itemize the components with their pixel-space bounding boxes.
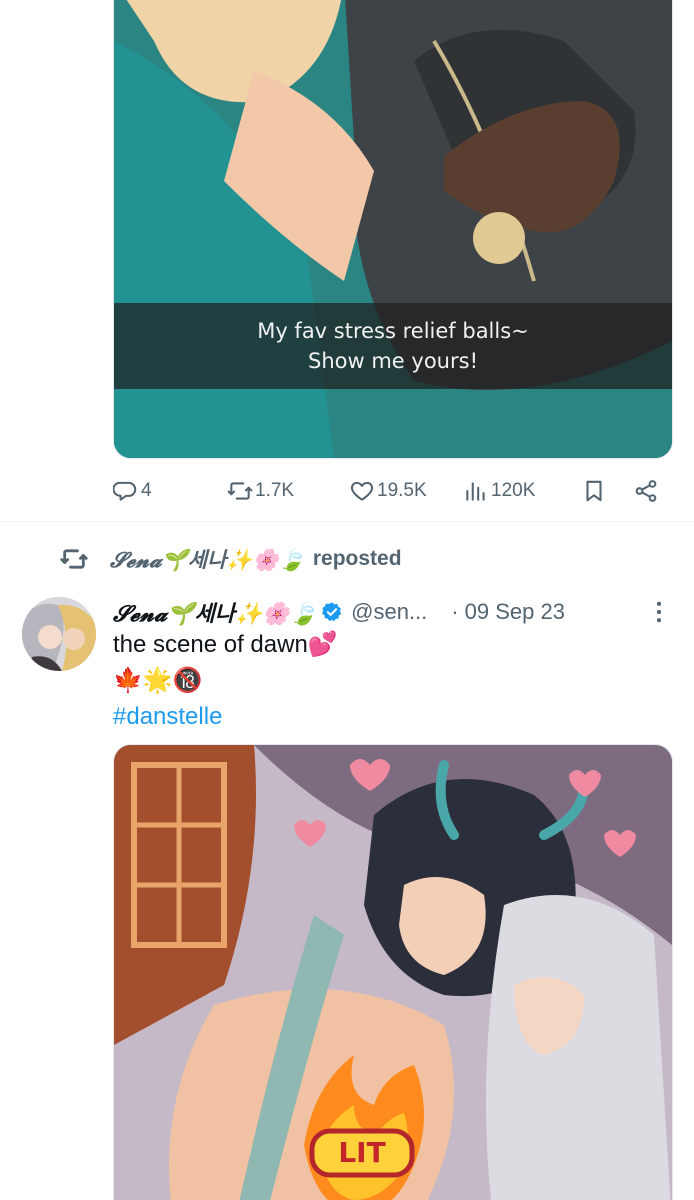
bookmark-button[interactable] — [581, 472, 609, 510]
tweet-image[interactable]: LIT — [113, 744, 673, 1200]
caption-line-2: Show me yours! — [308, 349, 478, 373]
more-options-icon[interactable] — [645, 598, 673, 626]
tweet-divider — [0, 521, 694, 522]
avatar-image — [22, 597, 96, 671]
share-icon — [635, 480, 657, 502]
tweet-emoji-line: 🍁🌟🔞 — [113, 667, 203, 694]
tweet-action-bar: 4 1.7K 19.5K 120K — [113, 472, 673, 510]
reposter-name: 𝓢𝓮𝓷𝓪🌱세나✨🌸🍃 — [110, 547, 305, 572]
tweet-header: 𝓢𝓮𝓷𝓪🌱세나✨🌸🍃 @sen... · 09 Sep 23 — [113, 594, 673, 630]
like-count: 19.5K — [377, 480, 427, 501]
repost-indicator[interactable]: 𝓢𝓮𝓷𝓪🌱세나✨🌸🍃 reposted — [60, 542, 402, 576]
separator-dot: · — [451, 599, 459, 624]
reply-button[interactable]: 4 — [113, 472, 152, 510]
lit-badge: LIT — [338, 1136, 386, 1169]
bookmark-icon — [586, 480, 602, 502]
verified-badge-icon — [322, 602, 342, 622]
share-button[interactable] — [633, 472, 661, 510]
tweet-image[interactable]: My fav stress relief balls~ Show me your… — [113, 0, 673, 459]
artwork-illustration — [114, 0, 672, 458]
repost-icon — [227, 482, 253, 500]
timeline: My fav stress relief balls~ Show me your… — [0, 0, 694, 1200]
repost-count: 1.7K — [255, 480, 295, 501]
like-icon — [350, 481, 374, 501]
views-button[interactable]: 120K — [463, 472, 535, 510]
hashtag-link[interactable]: #danstelle — [113, 702, 222, 732]
image-caption: My fav stress relief balls~ Show me your… — [114, 303, 672, 389]
author-display-name[interactable]: 𝓢𝓮𝓷𝓪🌱세나✨🌸🍃 — [113, 596, 317, 628]
artwork-illustration — [114, 745, 672, 1200]
reply-icon — [113, 481, 137, 501]
repost-button[interactable]: 1.7K — [227, 472, 294, 510]
tweet-text: the scene of dawn💕 — [113, 631, 338, 658]
repost-icon — [60, 549, 88, 569]
author-handle[interactable]: @sen... — [351, 599, 427, 625]
avatar[interactable] — [22, 597, 96, 671]
views-icon — [466, 482, 485, 501]
tweet-date[interactable]: 09 Sep 23 — [465, 599, 565, 625]
repost-label: reposted — [312, 547, 402, 570]
views-count: 120K — [491, 480, 536, 501]
caption-line-1: My fav stress relief balls~ — [257, 319, 529, 343]
like-button[interactable]: 19.5K — [349, 472, 427, 510]
reply-count: 4 — [141, 480, 152, 501]
